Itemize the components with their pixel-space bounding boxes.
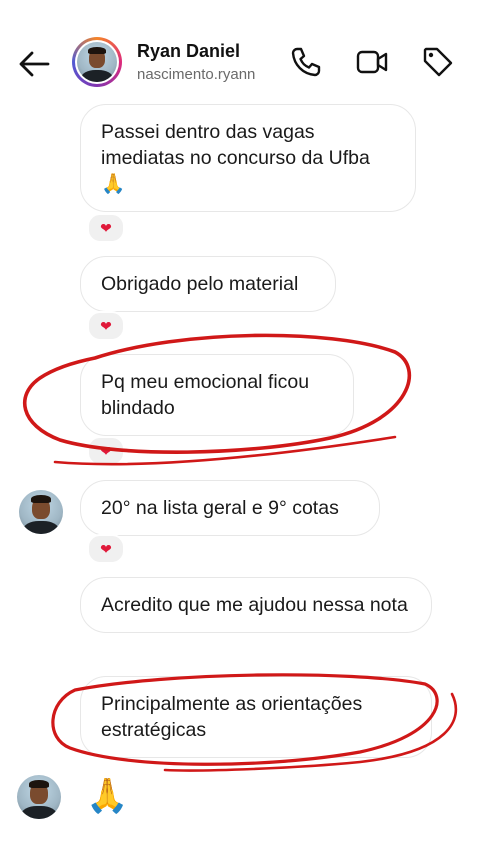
chat-header: Ryan Daniel nascimento.ryann: [0, 0, 480, 100]
heart-reaction[interactable]: ❤: [87, 534, 125, 564]
video-call-button[interactable]: [354, 44, 390, 80]
heart-reaction[interactable]: ❤: [87, 213, 125, 243]
message-text: Principalmente as orientações estratégic…: [101, 693, 363, 741]
phone-icon: [291, 47, 321, 77]
heart-icon: ❤: [100, 317, 112, 334]
message-text: Acredito que me ajudou nessa nota: [101, 594, 408, 616]
message-text: 20° na lista geral e 9° cotas: [101, 497, 339, 519]
heart-icon: ❤: [100, 442, 112, 459]
heart-icon: ❤: [100, 219, 112, 236]
message-text: Passei dentro das vagas imediatas no con…: [101, 121, 370, 195]
back-button[interactable]: [14, 44, 54, 84]
contact-username: nascimento.ryann: [137, 66, 256, 83]
message-bubble[interactable]: Acredito que me ajudou nessa nota: [80, 577, 432, 633]
message-bubble[interactable]: Principalmente as orientações estratégic…: [80, 676, 432, 758]
tag-icon: [423, 47, 453, 77]
heart-reaction[interactable]: ❤: [87, 436, 125, 466]
back-arrow-icon: [19, 51, 50, 77]
heart-icon: ❤: [100, 540, 112, 557]
message-bubble[interactable]: Obrigado pelo material: [80, 256, 336, 312]
message-bubble[interactable]: 20° na lista geral e 9° cotas: [80, 480, 380, 536]
avatar-photo: [17, 775, 61, 819]
contact-name[interactable]: Ryan Daniel: [137, 41, 240, 62]
praying-hands-icon: 🙏: [86, 777, 129, 815]
tag-button[interactable]: [420, 44, 456, 80]
message-text: Pq meu emocional ficou blindado: [101, 371, 310, 419]
sender-avatar[interactable]: [19, 490, 63, 534]
heart-reaction[interactable]: ❤: [87, 311, 125, 341]
call-button[interactable]: [288, 44, 324, 80]
sender-avatar[interactable]: [17, 775, 61, 819]
avatar-photo: [19, 490, 63, 534]
message-text: Obrigado pelo material: [101, 273, 299, 295]
profile-avatar[interactable]: [72, 37, 122, 87]
avatar-photo: [77, 42, 117, 82]
video-icon: [356, 50, 388, 74]
emoji-message[interactable]: 🙏: [86, 776, 128, 816]
message-bubble[interactable]: Passei dentro das vagas imediatas no con…: [80, 104, 416, 212]
message-bubble[interactable]: Pq meu emocional ficou blindado: [80, 354, 354, 436]
